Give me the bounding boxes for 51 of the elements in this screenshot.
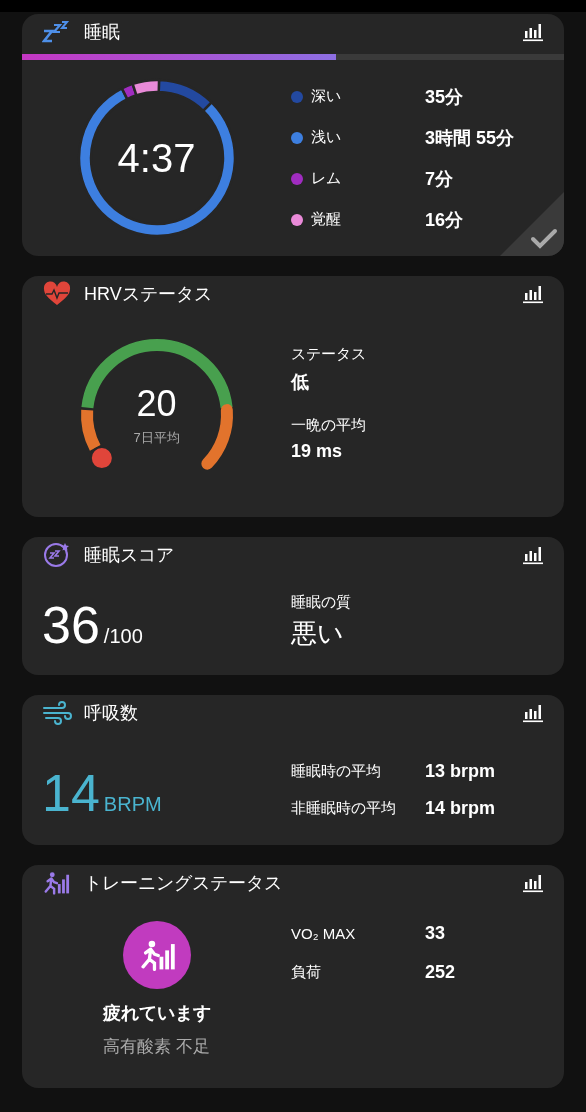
heart-pulse-icon [42, 281, 72, 307]
stat-label: VO₂ MAX [291, 925, 357, 942]
sleep-score: 36 [42, 599, 100, 651]
stage-label: 深い [311, 87, 341, 106]
stage-duration: 16分 [425, 208, 465, 232]
stat-label: 負荷 [291, 963, 322, 982]
stat-label: 非睡眠時の平均 [291, 799, 397, 818]
stage-label: 覚醒 [311, 210, 341, 229]
card-title: 睡眠 [84, 21, 121, 44]
sleep-score-card[interactable]: 睡眠スコア 36/100 睡眠の質 悪い [22, 537, 564, 675]
stat-label: 一晩の平均 [291, 416, 367, 435]
hrv-caption: 7日平均 [133, 428, 180, 447]
hrv-card[interactable]: HRVステータス 20 7日平均 ステータス 低 一晩の平均 19 ms [22, 276, 564, 517]
score-max: /100 [103, 625, 143, 648]
quality-label: 睡眠の質 [291, 593, 352, 612]
stat-label: ステータス [291, 345, 367, 364]
stat-value: 33 [425, 923, 447, 944]
stage-duration: 35分 [425, 85, 465, 109]
stat-value: 13 brpm [425, 761, 497, 782]
bar-chart-icon[interactable] [522, 703, 544, 723]
stat-value: 19 ms [291, 441, 344, 462]
quality-value: 悪い [291, 617, 345, 650]
training-detail: 高有酸素 不足 [103, 1036, 210, 1058]
bar-chart-icon[interactable] [522, 873, 544, 893]
stage-duration: 7分 [425, 167, 454, 191]
stage-duration: 3時間 55分 [425, 126, 516, 150]
respiration-rate: 14 [42, 767, 100, 819]
stage-label: 浅い [311, 128, 341, 147]
check-icon [530, 228, 558, 250]
bar-chart-icon[interactable] [522, 545, 544, 565]
training-status: 疲れています [102, 1002, 211, 1025]
wind-icon [42, 700, 72, 726]
hrv-value: 20 [136, 382, 177, 425]
card-title: トレーニングステータス [84, 872, 283, 895]
bar-chart-icon[interactable] [522, 22, 544, 42]
stat-value: 252 [425, 962, 457, 983]
respiration-card[interactable]: 呼吸数 14 BRPM 睡眠時の平均 13 brpm 非睡眠時の平均 14 brpm [22, 695, 564, 845]
zzz-icon [42, 19, 72, 45]
card-title: 呼吸数 [84, 702, 139, 725]
card-title: HRVステータス [84, 283, 213, 306]
stat-value: 低 [291, 371, 310, 394]
stat-label: 睡眠時の平均 [291, 762, 382, 781]
card-title: 睡眠スコア [84, 544, 175, 567]
respiration-unit: BRPM [103, 793, 162, 816]
bar-chart-icon[interactable] [522, 284, 544, 304]
stage-label: レム [311, 169, 341, 188]
training-card[interactable]: トレーニングステータス 疲れています 高有酸素 不足 VO₂ MAX 33 負荷 252 [22, 865, 564, 1088]
sleep-duration: 4:37 [117, 135, 196, 181]
runner-bars-icon [42, 870, 70, 896]
sleep-card[interactable]: 睡眠 4:37 深い 35分 浅い 3時間 55分 レム 7分 覚醒 16分 [22, 14, 564, 256]
stat-value: 14 brpm [425, 798, 497, 819]
